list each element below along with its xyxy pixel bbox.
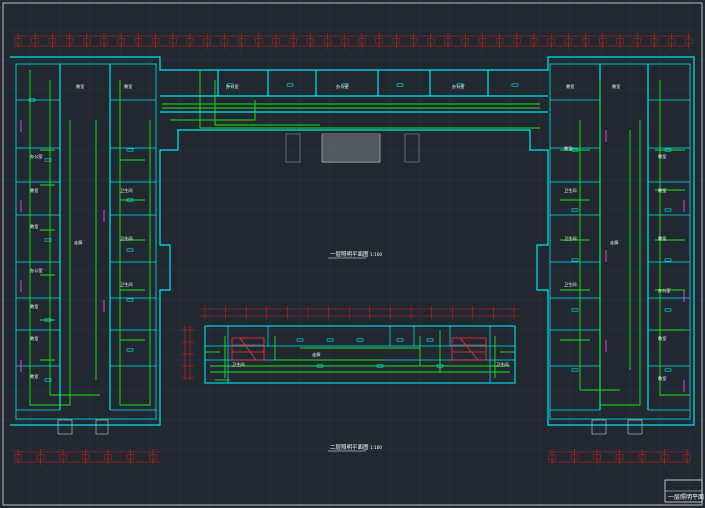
room-label: 办公室 <box>336 83 349 90</box>
room-label: 走廊 <box>74 239 82 246</box>
room-label: 教室 <box>658 335 666 342</box>
title-block: 一层照明平面 <box>664 479 704 503</box>
lower-plan-title-group: 二层照明平面图 1:100 <box>328 443 382 452</box>
room-label: 教室 <box>76 83 84 90</box>
room-label: 教室 <box>124 83 132 90</box>
light-fixture <box>511 83 519 87</box>
room-label: 教室 <box>658 375 666 382</box>
room-label: 卫生间 <box>564 281 577 288</box>
upper-plan-title-group: 一层照明平面图 1:100 <box>328 250 382 259</box>
light-fixture <box>426 338 434 342</box>
room-label: 教室 <box>30 335 38 342</box>
light-fixture <box>396 83 404 87</box>
wiring-run <box>199 70 540 129</box>
room-label: 教室 <box>658 187 666 194</box>
light-fixture <box>571 258 579 262</box>
room-label: 卫生间 <box>120 235 133 242</box>
light-fixture <box>664 308 672 312</box>
light-fixture <box>396 338 404 342</box>
lower-room-labels: 走廊卫生间 卫生间 <box>232 351 509 368</box>
room-label: 教室 <box>658 153 666 160</box>
room-label: 教室 <box>30 373 38 380</box>
wiring-run <box>599 80 641 406</box>
room-label: 卫生间 <box>564 235 577 242</box>
room-label: 卫生间 <box>564 187 577 194</box>
room-label: 教室 <box>30 303 38 310</box>
wiring-run <box>49 80 100 396</box>
room-label: 教室 <box>612 83 620 90</box>
light-fixture <box>571 368 579 372</box>
room-label: 办公室 <box>226 83 239 90</box>
upper-plan-scale: 1:100 <box>370 252 382 257</box>
room-label: 教室 <box>564 145 572 152</box>
room-label: 卫生间 <box>120 187 133 194</box>
light-fixture <box>126 348 134 352</box>
upper-plan[interactable]: 教室 教室 教室 教室办公室教室教室办公室教室教室教室卫生间卫生间卫生间走廊教室卫生间… <box>10 56 695 435</box>
axis-bubbles <box>14 38 693 460</box>
room-label: 办公室 <box>452 83 465 90</box>
light-fixture <box>664 368 672 372</box>
room-label: 卫生间 <box>496 361 509 368</box>
light-fixture <box>286 83 294 87</box>
upper-plan-title: 一层照明平面图 <box>330 250 369 258</box>
light-fixture <box>571 308 579 312</box>
room-label: 教室 <box>30 187 38 194</box>
room-label: 走廊 <box>312 351 320 358</box>
wiring-run <box>120 159 145 341</box>
wiring-run <box>40 149 55 361</box>
room-label: 卫生间 <box>120 281 133 288</box>
room-label: 教室 <box>658 235 666 242</box>
light-fixture <box>664 258 672 262</box>
room-label: 教室 <box>30 223 38 230</box>
cad-drawing-canvas[interactable]: 一层照明平面 教室 教室 教室 教室办公室教室教室办公室教室教室教室卫生间卫生间… <box>0 0 705 508</box>
room-label: 走廊 <box>610 239 618 246</box>
wiring-run <box>119 80 151 406</box>
room-label: 办公室 <box>658 287 671 294</box>
room-label: 教室 <box>566 83 574 90</box>
room-label: 办公室 <box>30 267 43 274</box>
room-label: 卫生间 <box>232 361 245 368</box>
light-fixture <box>126 248 134 252</box>
entrance-steps <box>57 419 643 435</box>
axis-ticks <box>17 33 690 465</box>
room-label: 办公室 <box>30 153 43 160</box>
upper-plan-walls <box>10 56 695 426</box>
lower-plan-scale: 1:100 <box>370 445 382 450</box>
main-stair <box>285 133 420 163</box>
wiring-run <box>170 100 256 121</box>
title-block-text: 一层照明平面 <box>668 494 704 501</box>
lower-plan-title: 二层照明平面图 <box>330 443 369 451</box>
